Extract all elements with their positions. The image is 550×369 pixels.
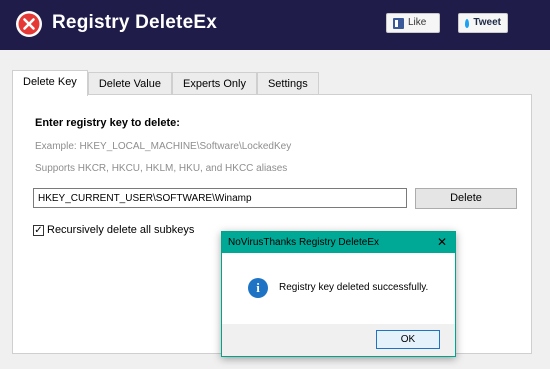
tab-experts-only[interactable]: Experts Only: [171, 72, 257, 95]
dialog-title: NoVirusThanks Registry DeleteEx: [228, 237, 379, 248]
dialog-footer: OK: [222, 324, 455, 356]
key-heading: Enter registry key to delete:: [35, 117, 180, 129]
recursive-checkbox[interactable]: ✓: [33, 224, 44, 236]
app-title: Registry DeleteEx: [52, 12, 217, 33]
delete-button[interactable]: Delete: [415, 188, 517, 209]
tweet-button[interactable]: Tweet: [458, 13, 508, 33]
twitter-bird-icon: [465, 18, 470, 28]
tab-bar: Delete Key Delete Value Experts Only Set…: [12, 70, 319, 96]
tab-delete-value[interactable]: Delete Value: [87, 72, 172, 95]
info-icon: i: [248, 278, 268, 298]
app-logo-icon: [16, 11, 42, 37]
ok-button[interactable]: OK: [376, 330, 440, 349]
like-button[interactable]: Like: [386, 13, 440, 33]
dialog-message: Registry key deleted successfully.: [279, 282, 429, 293]
tab-delete-key[interactable]: Delete Key: [12, 70, 88, 96]
app-header: Registry DeleteEx Like Tweet: [0, 0, 550, 50]
aliases-hint: Supports HKCR, HKCU, HKLM, HKU, and HKCC…: [35, 163, 288, 174]
message-dialog: NoVirusThanks Registry DeleteEx ✕ i Regi…: [221, 231, 456, 357]
recursive-option[interactable]: ✓ Recursively delete all subkeys: [33, 224, 194, 236]
thumbs-up-icon: [393, 17, 404, 29]
registry-key-input[interactable]: [33, 188, 407, 208]
recursive-label: Recursively delete all subkeys: [47, 224, 195, 236]
dialog-titlebar: NoVirusThanks Registry DeleteEx ✕: [222, 232, 455, 253]
tab-settings[interactable]: Settings: [256, 72, 319, 95]
example-hint: Example: HKEY_LOCAL_MACHINE\Software\Loc…: [35, 141, 292, 152]
like-label: Like: [408, 17, 427, 28]
tweet-label: Tweet: [473, 17, 501, 28]
close-icon[interactable]: ✕: [437, 232, 447, 253]
